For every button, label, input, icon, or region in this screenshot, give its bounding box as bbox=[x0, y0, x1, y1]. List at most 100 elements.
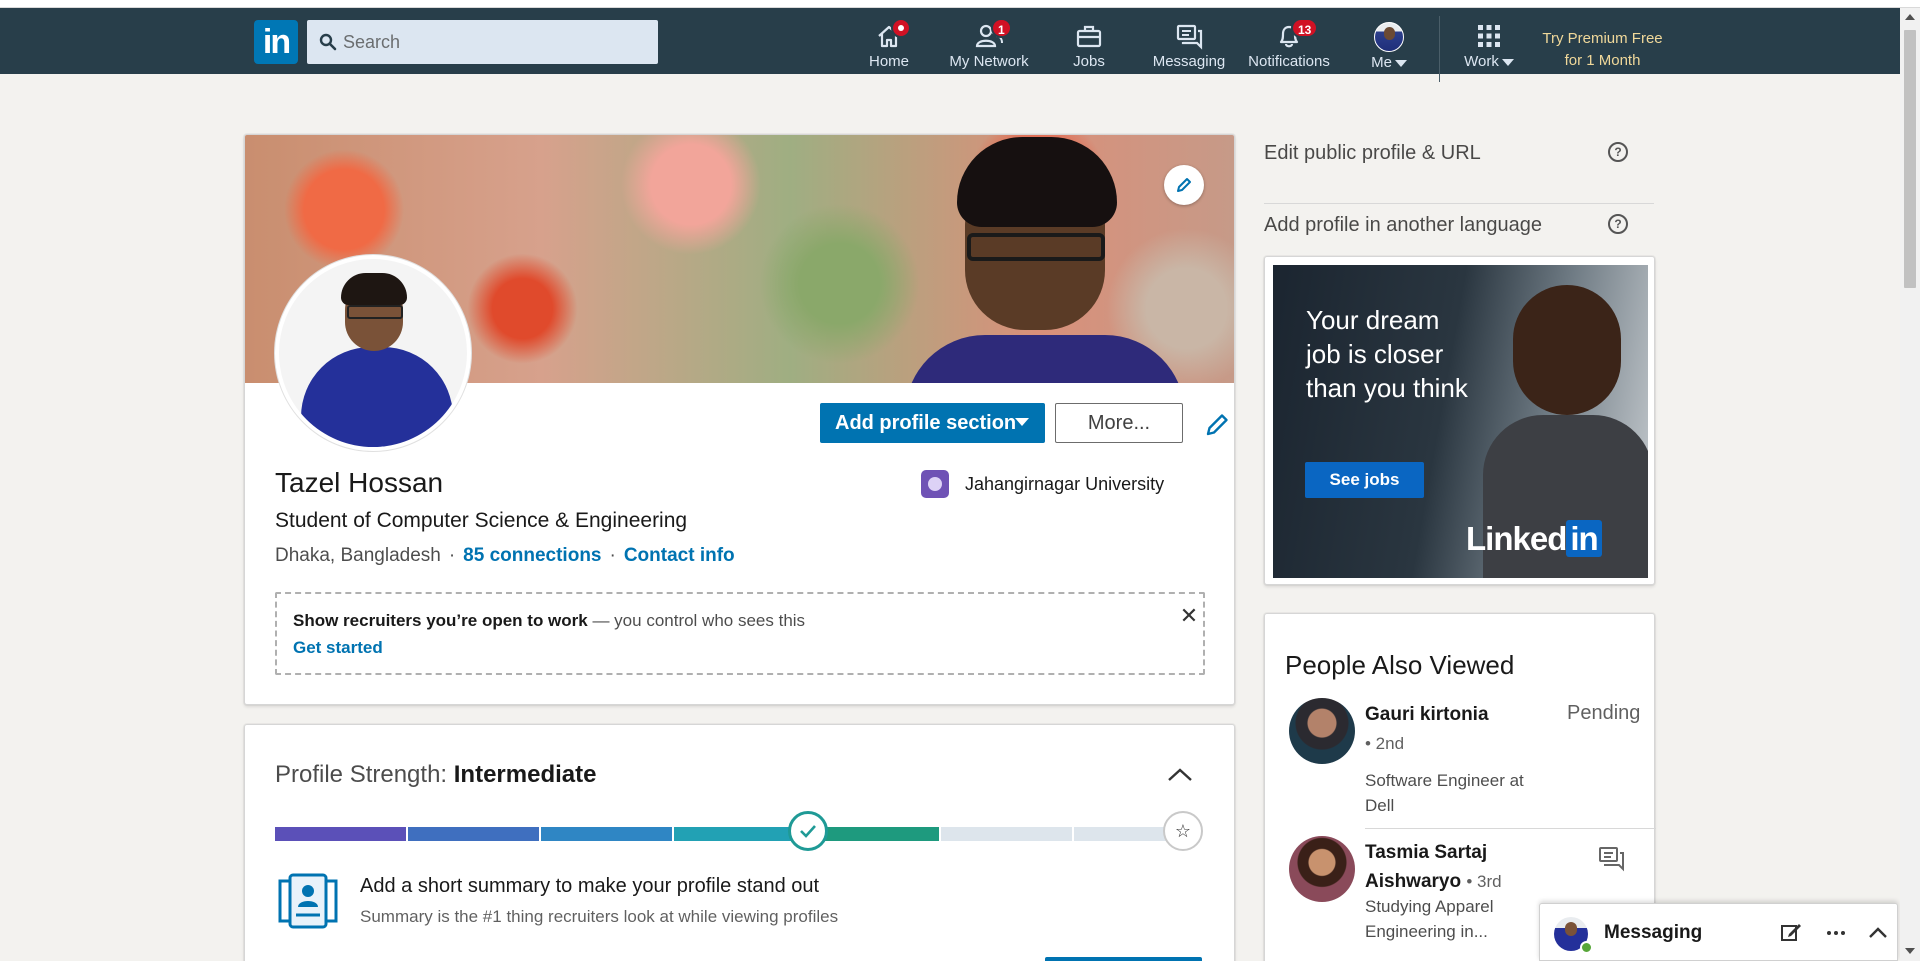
linkedin-logo[interactable]: in bbox=[254, 20, 298, 64]
linkedin-wordmark-linked: Linked bbox=[1466, 520, 1567, 557]
chevron-down-icon bbox=[1015, 418, 1029, 426]
network-icon: 1 bbox=[975, 18, 1012, 50]
contact-info-link[interactable]: Contact info bbox=[624, 545, 735, 566]
chevron-up-icon[interactable] bbox=[1165, 765, 1195, 785]
profile-photo[interactable] bbox=[275, 255, 471, 451]
nav-home[interactable]: Home bbox=[862, 16, 916, 74]
nav-me[interactable]: Me bbox=[1364, 16, 1414, 74]
chevron-down-icon bbox=[1394, 59, 1407, 67]
nav-messaging[interactable]: Messaging bbox=[1151, 16, 1227, 74]
ad-headline: Your dream job is closer than you think bbox=[1306, 305, 1468, 403]
messaging-dock[interactable]: Messaging bbox=[1539, 903, 1898, 961]
profile-name: Tazel Hossan bbox=[275, 467, 444, 498]
more-button[interactable]: More... bbox=[1055, 403, 1183, 443]
person-name[interactable]: Gauri kirtonia • 2nd bbox=[1365, 700, 1545, 758]
page-scrollbar[interactable] bbox=[1900, 8, 1920, 961]
grid-icon bbox=[1475, 22, 1503, 50]
nav-messaging-label: Messaging bbox=[1152, 53, 1226, 70]
banner-person-photo bbox=[905, 135, 1185, 383]
edit-background-button[interactable] bbox=[1164, 165, 1204, 205]
briefcase-icon bbox=[1075, 22, 1103, 50]
nav-home-label: Home bbox=[868, 53, 909, 70]
home-notification-dot bbox=[891, 18, 911, 38]
edit-public-profile-link[interactable]: Edit public profile & URL ? bbox=[1264, 138, 1654, 204]
meter-segment bbox=[275, 827, 406, 841]
nav-my-network[interactable]: 1 My Network bbox=[946, 16, 1032, 74]
person-headline: Software Engineer at Dell bbox=[1365, 771, 1524, 815]
get-started-link[interactable]: Get started bbox=[293, 638, 383, 658]
online-status-dot bbox=[1580, 941, 1593, 954]
nav-notifications-label: Notifications bbox=[1248, 53, 1330, 70]
add-profile-section-button[interactable]: Add profile section bbox=[820, 403, 1045, 443]
person-headline: Studying Apparel Engineering in... bbox=[1365, 897, 1494, 941]
profile-strength-meter bbox=[275, 827, 1185, 841]
add-language-profile-label: Add profile in another language bbox=[1264, 214, 1542, 236]
open-to-work-bold: Show recruiters you’re open to work bbox=[293, 611, 588, 630]
connections-link[interactable]: 85 connections bbox=[463, 545, 601, 566]
messaging-icon bbox=[1175, 22, 1203, 50]
separator-dot: · bbox=[448, 545, 456, 566]
strength-prefix: Profile Strength: bbox=[275, 761, 454, 788]
pencil-icon bbox=[1206, 414, 1228, 436]
person-degree: • 3rd bbox=[1466, 872, 1502, 891]
person-degree: • 2nd bbox=[1365, 734, 1405, 753]
nav-work[interactable]: Work bbox=[1458, 16, 1520, 74]
global-nav: in Home 1 My Network Jobs Messaging 1 bbox=[0, 8, 1920, 82]
edit-public-profile-label: Edit public profile & URL bbox=[1264, 142, 1481, 164]
open-to-work-rest: — you control who sees this bbox=[587, 611, 806, 630]
open-to-work-text: Show recruiters you’re open to work — yo… bbox=[293, 611, 805, 631]
more-options-icon[interactable] bbox=[1827, 931, 1845, 935]
scroll-thumb[interactable] bbox=[1904, 30, 1916, 288]
add-language-profile-link[interactable]: Add profile in another language ? bbox=[1264, 210, 1654, 252]
nav-notifications[interactable]: 13 Notifications bbox=[1246, 16, 1332, 74]
meter-segment bbox=[408, 827, 539, 841]
profile-strength-card: Profile Strength: Intermediate ☆ Add a s… bbox=[244, 724, 1235, 961]
profile-top-card: Add profile section More... Tazel Hossan… bbox=[244, 134, 1235, 705]
compose-icon[interactable] bbox=[1781, 924, 1801, 941]
browser-top-strip bbox=[0, 0, 1920, 8]
meter-segment bbox=[674, 827, 805, 841]
star-icon: ☆ bbox=[1163, 811, 1203, 851]
pencil-icon bbox=[1177, 178, 1191, 192]
linkedin-wordmark-in: in bbox=[1566, 520, 1602, 557]
edit-intro-button[interactable] bbox=[1175, 406, 1228, 442]
add-summary-button[interactable] bbox=[1045, 957, 1202, 961]
premium-line-2: for 1 Month bbox=[1564, 52, 1641, 69]
strength-level: Intermediate bbox=[453, 761, 597, 788]
open-to-work-prompt: Show recruiters you’re open to work — yo… bbox=[275, 592, 1205, 675]
messaging-dock-actions bbox=[1781, 924, 1887, 941]
search-bar[interactable] bbox=[307, 20, 658, 64]
pending-status: Pending bbox=[1567, 702, 1641, 724]
search-icon bbox=[319, 33, 337, 51]
summary-tip-title: Add a short summary to make your profile… bbox=[360, 875, 820, 897]
scroll-up-arrow[interactable] bbox=[1905, 14, 1915, 20]
notifications-badge: 13 bbox=[1291, 18, 1319, 38]
person-name-text: Gauri kirtonia bbox=[1365, 704, 1489, 725]
me-avatar bbox=[1374, 22, 1404, 52]
avatar[interactable] bbox=[1289, 836, 1355, 902]
profile-headline: Student of Computer Science & Engineerin… bbox=[275, 509, 688, 532]
help-icon[interactable]: ? bbox=[1608, 214, 1628, 234]
meter-segment bbox=[541, 827, 672, 841]
avatar[interactable] bbox=[1289, 698, 1355, 764]
scroll-down-arrow[interactable] bbox=[1905, 948, 1915, 954]
search-input[interactable] bbox=[343, 20, 643, 64]
nav-me-label: Me bbox=[1371, 54, 1392, 71]
message-icon[interactable] bbox=[1597, 844, 1625, 872]
nav-jobs[interactable]: Jobs bbox=[1064, 16, 1114, 74]
messaging-dock-label[interactable]: Messaging bbox=[1604, 922, 1702, 944]
ad-banner[interactable]: Your dream job is closer than you think … bbox=[1273, 265, 1648, 578]
close-icon[interactable]: ✕ bbox=[1177, 604, 1201, 628]
person-name[interactable]: Tasmia Sartaj Aishwaryo • 3rd bbox=[1365, 838, 1545, 896]
list-item[interactable]: Gauri kirtonia • 2nd Software Engineer at… bbox=[1285, 698, 1656, 829]
education-name: Jahangirnagar University bbox=[965, 474, 1165, 494]
nav-divider bbox=[1439, 16, 1440, 82]
summary-tip-subtitle: Summary is the #1 thing recruiters look … bbox=[360, 907, 839, 926]
chevron-up-icon[interactable] bbox=[1869, 927, 1887, 938]
meter-segment bbox=[941, 827, 1072, 841]
add-profile-section-label: Add profile section bbox=[835, 411, 1017, 434]
profile-location: Dhaka, Bangladesh bbox=[275, 545, 441, 566]
help-icon[interactable]: ? bbox=[1608, 142, 1628, 162]
try-premium-link[interactable]: Try Premium Free for 1 Month bbox=[1530, 28, 1675, 72]
see-jobs-button[interactable]: See jobs bbox=[1305, 462, 1424, 498]
